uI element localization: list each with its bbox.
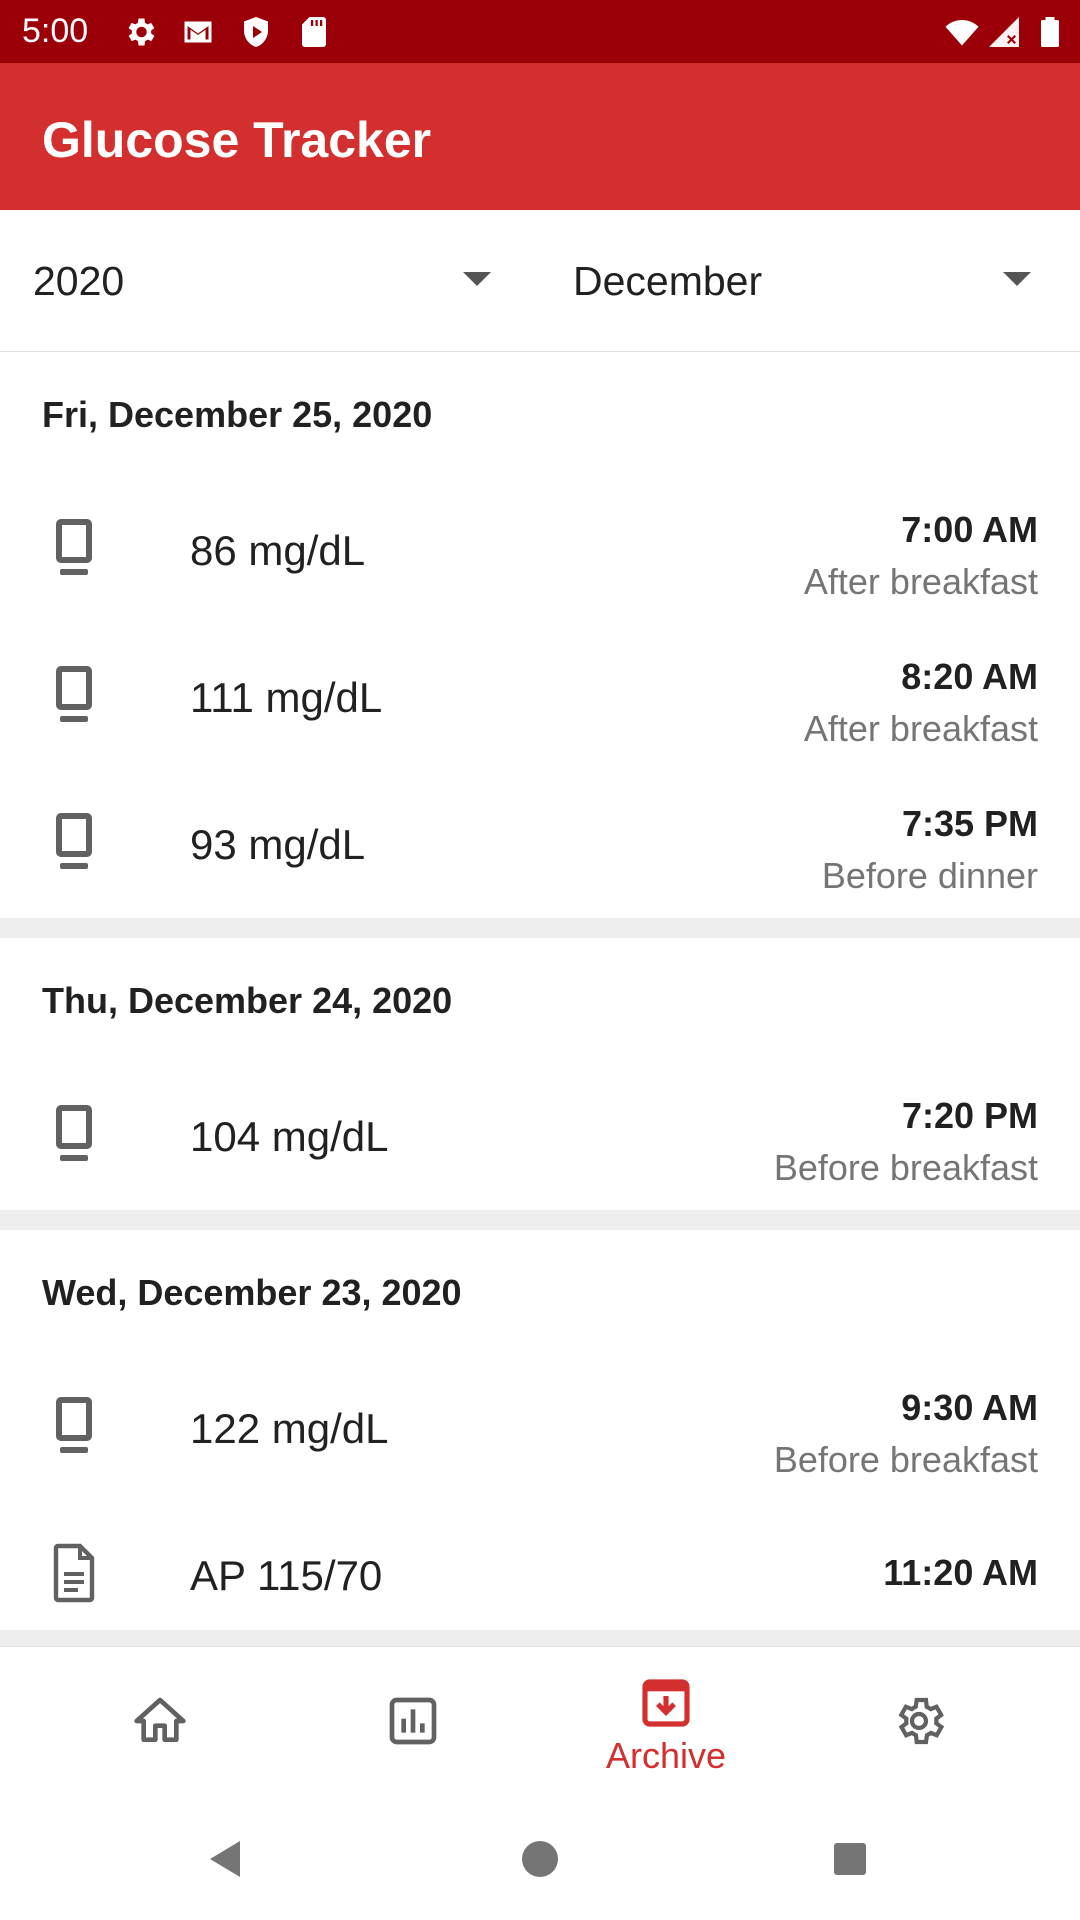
system-navigation: [0, 1801, 1080, 1920]
list-item[interactable]: 104 mg/dL 7:20 PM Before breakfast: [0, 1063, 1080, 1210]
settings-icon: [891, 1693, 947, 1749]
back-icon[interactable]: [202, 1835, 250, 1883]
bottom-navigation: Archive: [0, 1646, 1080, 1801]
day-group: Thu, December 24, 2020 104 mg/dL 7:20 PM…: [0, 938, 1080, 1210]
app-title: Glucose Tracker: [42, 112, 432, 168]
wifi-icon: [944, 14, 980, 50]
reading-time: 11:20 AM: [883, 1552, 1038, 1593]
device-icon: [50, 517, 98, 579]
reading-time: 9:30 AM: [901, 1387, 1038, 1428]
divider: [0, 1210, 1080, 1230]
year-dropdown[interactable]: 2020: [33, 210, 493, 352]
list-item[interactable]: 111 mg/dL 8:20 AM After breakfast: [0, 624, 1080, 771]
cell-signal-icon: [986, 14, 1022, 50]
reading-value: 86 mg/dL: [190, 527, 366, 574]
month-value: December: [573, 258, 763, 304]
reading-value: 122 mg/dL: [190, 1405, 389, 1452]
device-icon: [50, 1395, 98, 1457]
day-header: Fri, December 25, 2020: [42, 394, 433, 435]
status-time: 5:00: [22, 12, 89, 50]
reading-time: 7:20 PM: [901, 1095, 1038, 1136]
day-header: Thu, December 24, 2020: [42, 980, 453, 1021]
home-icon: [132, 1693, 188, 1749]
chart-icon: [385, 1693, 441, 1749]
reading-time: 7:35 PM: [901, 803, 1038, 844]
reading-time: 7:00 AM: [901, 509, 1038, 550]
day-header: Wed, December 23, 2020: [42, 1272, 462, 1313]
nav-archive[interactable]: Archive: [531, 1647, 801, 1802]
document-icon: [50, 1542, 98, 1604]
chevron-down-icon: [463, 272, 491, 286]
settings-icon: [122, 14, 158, 50]
list-item[interactable]: 122 mg/dL 9:30 AM Before breakfast: [0, 1355, 1080, 1502]
divider: [0, 918, 1080, 938]
app-bar: Glucose Tracker: [0, 63, 1080, 210]
day-group: Fri, December 25, 2020 86 mg/dL 7:00 AM …: [0, 352, 1080, 918]
list-item[interactable]: 86 mg/dL 7:00 AM After breakfast: [0, 477, 1080, 624]
shield-icon: [238, 14, 274, 50]
nav-home[interactable]: [25, 1647, 295, 1802]
meal-label: Before dinner: [821, 855, 1038, 896]
recents-icon[interactable]: [826, 1835, 874, 1883]
readings-list[interactable]: Fri, December 25, 2020 86 mg/dL 7:00 AM …: [0, 352, 1080, 1646]
meal-label: After breakfast: [803, 708, 1038, 749]
home-circle-icon[interactable]: [516, 1835, 564, 1883]
reading-value: 104 mg/dL: [190, 1113, 389, 1160]
reading-value: 111 mg/dL: [190, 674, 383, 721]
reading-time: 8:20 AM: [901, 656, 1038, 697]
list-item[interactable]: 93 mg/dL 7:35 PM Before dinner: [0, 771, 1080, 918]
device-icon: [50, 664, 98, 726]
sd-card-icon: [296, 14, 332, 50]
meal-label: Before breakfast: [773, 1439, 1038, 1480]
year-value: 2020: [33, 258, 125, 304]
divider: [0, 1630, 1080, 1646]
nav-settings[interactable]: [784, 1647, 1054, 1802]
reading-value: AP 115/70: [190, 1552, 383, 1599]
gmail-icon: [180, 14, 216, 50]
filter-bar: 2020 December: [0, 210, 1080, 352]
device-icon: [50, 811, 98, 873]
archive-icon: [638, 1675, 694, 1731]
battery-icon: [1032, 14, 1068, 50]
reading-value: 93 mg/dL: [190, 821, 366, 868]
nav-statistics[interactable]: [278, 1647, 548, 1802]
nav-archive-label: Archive: [605, 1735, 727, 1776]
day-group: Wed, December 23, 2020 122 mg/dL 9:30 AM…: [0, 1230, 1080, 1630]
meal-label: After breakfast: [803, 561, 1038, 602]
list-item[interactable]: AP 115/70 11:20 AM: [0, 1502, 1080, 1630]
status-bar: 5:00: [0, 0, 1080, 63]
chevron-down-icon: [1003, 272, 1031, 286]
meal-label: Before breakfast: [773, 1147, 1038, 1188]
device-icon: [50, 1103, 98, 1165]
month-dropdown[interactable]: December: [573, 210, 1043, 352]
